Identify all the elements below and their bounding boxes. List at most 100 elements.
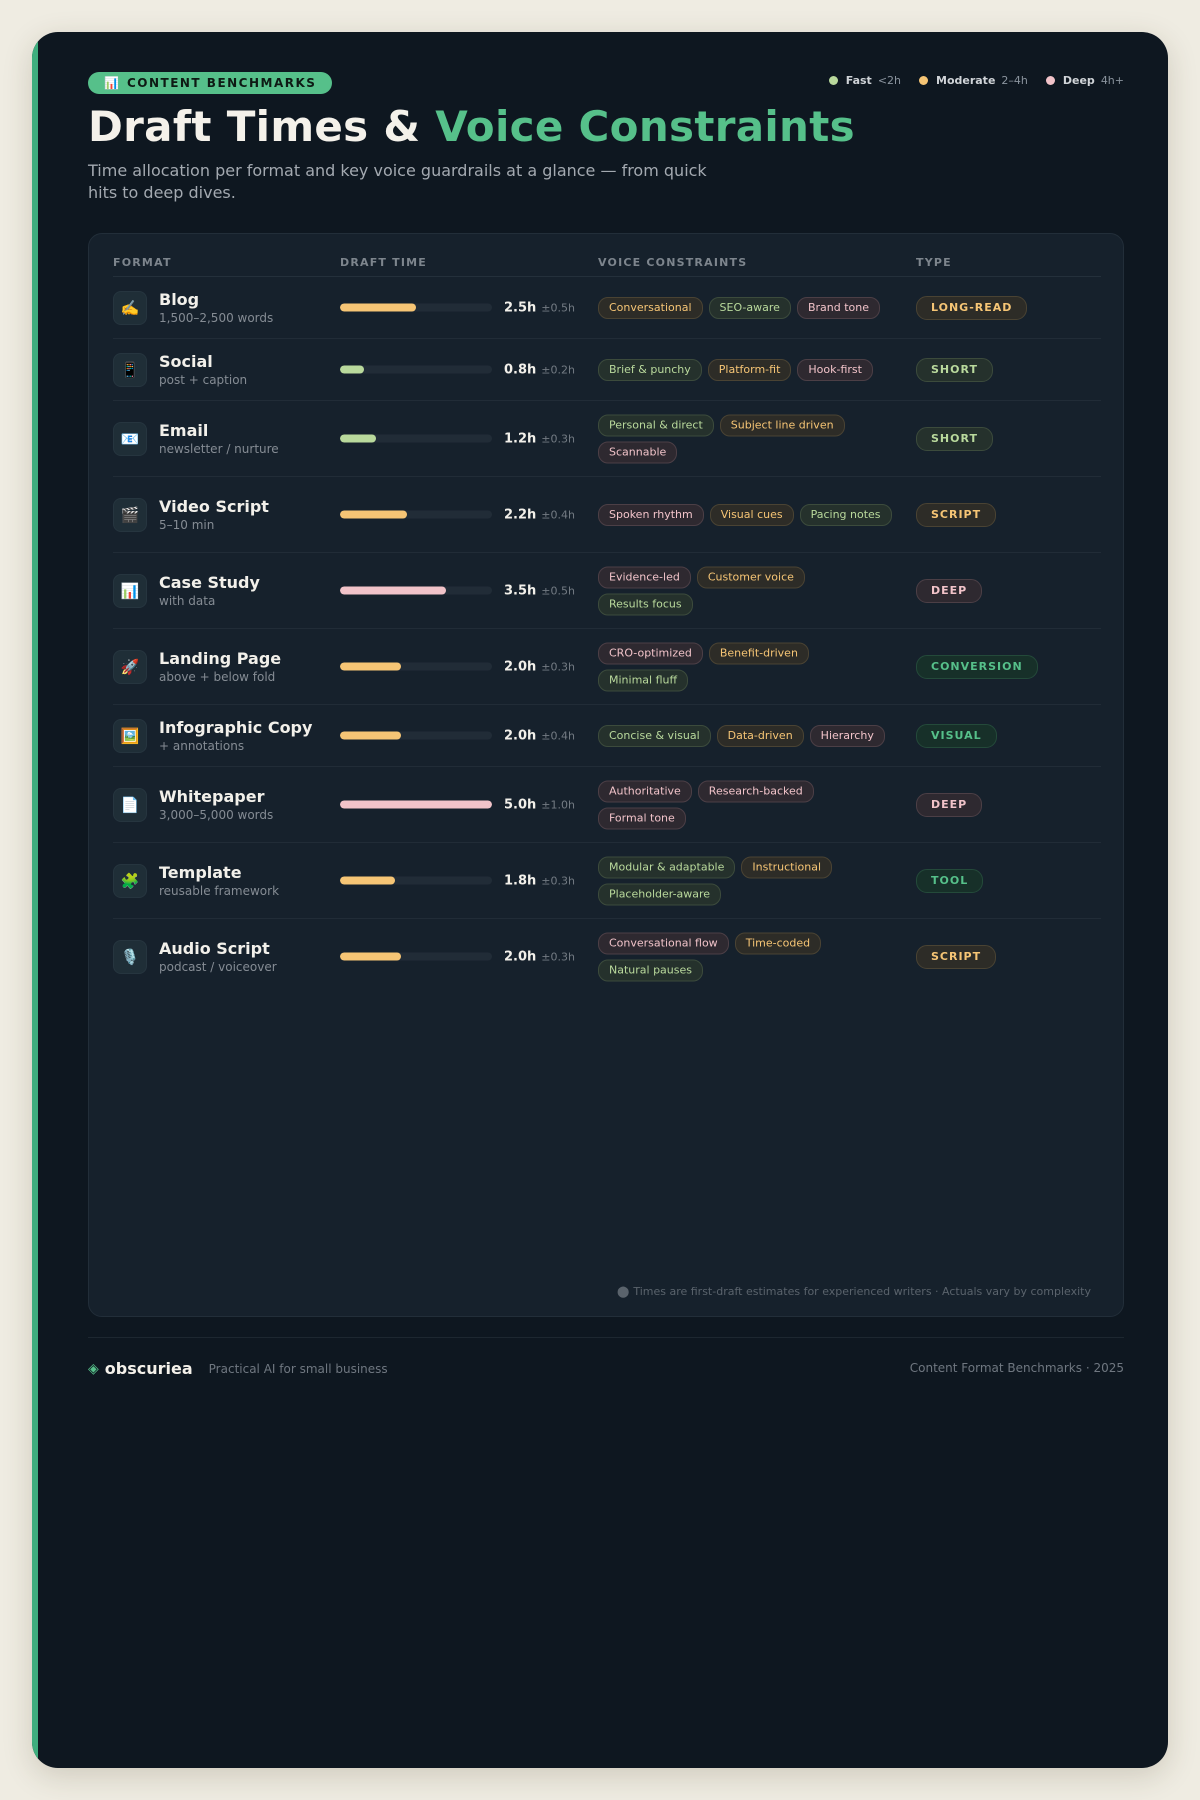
- legend-range: 2–4h: [1001, 74, 1028, 87]
- voice-tag: Platform-fit: [707, 358, 792, 381]
- draft-time-bar-fill: [340, 662, 401, 671]
- draft-time-bar-fill: [340, 952, 401, 961]
- voice-tag: Brief & punchy: [598, 358, 702, 381]
- draft-time-variance: ±0.5h: [541, 584, 575, 597]
- voice-constraints-cell: Conversational SEO-aware Brand tone: [598, 296, 898, 319]
- format-cell: 📧 Email newsletter / nurture: [113, 421, 279, 457]
- voice-tag: CRO-optimized: [598, 642, 703, 664]
- legend-name: Moderate: [936, 74, 996, 87]
- voice-constraints-cell: Brief & punchy Platform-fit Hook-first: [598, 358, 898, 381]
- footnote-text: Times are first-draft estimates for expe…: [633, 1285, 1091, 1298]
- format-name: Whitepaper: [159, 786, 265, 806]
- type-cell: CONVERSION: [916, 654, 1038, 679]
- draft-time-bar-fill: [340, 876, 395, 885]
- draft-time-bar: [340, 434, 492, 443]
- benchmark-table: FORMAT DRAFT TIME VOICE CONSTRAINTS TYPE…: [88, 233, 1124, 1317]
- draft-time-value: 2.5h: [504, 300, 537, 315]
- format-subtitle: 1,500–2,500 words: [159, 310, 274, 325]
- legend-dot: [919, 76, 928, 85]
- voice-tag: Spoken rhythm: [598, 503, 704, 526]
- document-icon: 📄: [113, 787, 147, 822]
- voice-tag: Hierarchy: [809, 724, 885, 747]
- draft-time-bar-fill: [340, 365, 364, 374]
- draft-time-bar: [340, 731, 492, 740]
- format-subtitle: with data: [159, 593, 216, 608]
- bar-chart-icon: 📊: [113, 573, 147, 608]
- table-row[interactable]: ✍️ Blog 1,500–2,500 words 2.5h ±0.5h Conversa…: [113, 277, 1101, 339]
- table-row[interactable]: 🚀 Landing Page above + below fold 2.0h ±0.3h…: [113, 629, 1101, 705]
- draft-time-cell: 1.2h ±0.3h: [340, 431, 575, 446]
- voice-constraints-cell: CRO-optimized Benefit-driven Minimal fluff: [598, 642, 898, 691]
- draft-time-cell: 3.5h ±0.5h: [340, 583, 575, 598]
- draft-time-bar: [340, 586, 492, 595]
- footer: ◈ obscuriea Practical AI for small busin…: [88, 1337, 1124, 1390]
- draft-time-cell: 2.5h ±0.5h: [340, 300, 575, 315]
- format-name: Audio Script: [159, 938, 270, 958]
- legend-item: Fast <2h: [828, 74, 901, 87]
- chart-icon: 📊: [104, 76, 119, 90]
- type-badge: DEEP: [916, 792, 983, 817]
- table-row[interactable]: 📱 Social post + caption 0.8h ±0.2h Brief & pu…: [113, 339, 1101, 401]
- page-subtitle: Time allocation per format and key voice…: [88, 161, 707, 202]
- draft-time-bar: [340, 365, 492, 374]
- legend-name: Deep: [1062, 74, 1095, 87]
- type-badge: SCRIPT: [916, 502, 997, 527]
- draft-time-bar: [340, 662, 492, 671]
- draft-time-value: 0.8h: [504, 362, 537, 377]
- format-cell: 🧩 Template reusable framework: [113, 863, 279, 899]
- legend-range: 4h+: [1100, 74, 1124, 87]
- brand[interactable]: ◈ obscuriea Practical AI for small busin…: [88, 1359, 388, 1378]
- voice-tag: Hook-first: [797, 358, 873, 381]
- speed-legend: Fast <2h Moderate 2–4h Deep 4h+: [828, 74, 1124, 87]
- header-type: TYPE: [916, 256, 952, 269]
- draft-time-bar: [340, 952, 492, 961]
- draft-time-cell: 2.0h ±0.4h: [340, 728, 575, 743]
- type-badge: SCRIPT: [916, 944, 997, 969]
- voice-tag: Time-coded: [734, 932, 822, 954]
- draft-time-variance: ±0.4h: [541, 508, 575, 521]
- type-badge: CONVERSION: [916, 654, 1038, 679]
- draft-time-bar-fill: [340, 731, 401, 740]
- format-cell: 🎙️ Audio Script podcast / voiceover: [113, 939, 277, 975]
- type-cell: DEEP: [916, 792, 983, 817]
- format-cell: 🎬 Video Script 5–10 min: [113, 497, 269, 533]
- table-body: ✍️ Blog 1,500–2,500 words 2.5h ±0.5h Conversa…: [113, 277, 1101, 994]
- format-cell: 📄 Whitepaper 3,000–5,000 words: [113, 787, 273, 823]
- format-subtitle: podcast / voiceover: [159, 959, 277, 974]
- voice-constraints-cell: Spoken rhythm Visual cues Pacing notes: [598, 503, 898, 526]
- header-draft-time: DRAFT TIME: [340, 256, 428, 269]
- draft-time-variance: ±0.3h: [541, 950, 575, 963]
- table-row[interactable]: 🖼️ Infographic Copy + annotations 2.0h ±0.4h…: [113, 705, 1101, 767]
- draft-time-variance: ±0.2h: [541, 363, 575, 376]
- format-subtitle: 5–10 min: [159, 517, 215, 532]
- draft-time-cell: 2.0h ±0.3h: [340, 949, 575, 964]
- legend-name: Fast: [845, 74, 872, 87]
- format-subtitle: post + caption: [159, 372, 248, 387]
- draft-time-cell: 2.2h ±0.4h: [340, 507, 575, 522]
- draft-time-variance: ±1.0h: [541, 798, 575, 811]
- draft-time-bar: [340, 303, 492, 312]
- table-row[interactable]: 🧩 Template reusable framework 1.8h ±0.3h Modu…: [113, 843, 1101, 919]
- draft-time-cell: 0.8h ±0.2h: [340, 362, 575, 377]
- category-badge: 📊 CONTENT BENCHMARKS: [88, 72, 333, 94]
- table-row[interactable]: 🎬 Video Script 5–10 min 2.2h ±0.4h Spoken rhy…: [113, 477, 1101, 553]
- framed-picture-icon: 🖼️: [113, 718, 147, 753]
- draft-time-bar: [340, 510, 492, 519]
- type-cell: DEEP: [916, 578, 983, 603]
- format-subtitle: reusable framework: [159, 883, 280, 898]
- draft-time-value: 2.2h: [504, 507, 537, 522]
- type-cell: SCRIPT: [916, 502, 997, 527]
- table-row[interactable]: 📧 Email newsletter / nurture 1.2h ±0.3h Perso…: [113, 401, 1101, 477]
- type-badge: SHORT: [916, 426, 993, 451]
- table-row[interactable]: 📊 Case Study with data 3.5h ±0.5h Evidence-le…: [113, 553, 1101, 629]
- voice-tag: Scannable: [598, 441, 678, 463]
- legend-range: <2h: [877, 74, 901, 87]
- voice-constraints-cell: Concise & visual Data-driven Hierarchy: [598, 724, 898, 747]
- type-badge: DEEP: [916, 578, 983, 603]
- format-cell: ✍️ Blog 1,500–2,500 words: [113, 290, 273, 326]
- type-cell: SHORT: [916, 357, 993, 382]
- footer-caption: Content Format Benchmarks · 2025: [909, 1361, 1124, 1375]
- table-row[interactable]: 🎙️ Audio Script podcast / voiceover 2.0h ±0.…: [113, 919, 1101, 994]
- type-cell: SHORT: [916, 426, 993, 451]
- table-row[interactable]: 📄 Whitepaper 3,000–5,000 words 5.0h ±1.0h Aut…: [113, 767, 1101, 843]
